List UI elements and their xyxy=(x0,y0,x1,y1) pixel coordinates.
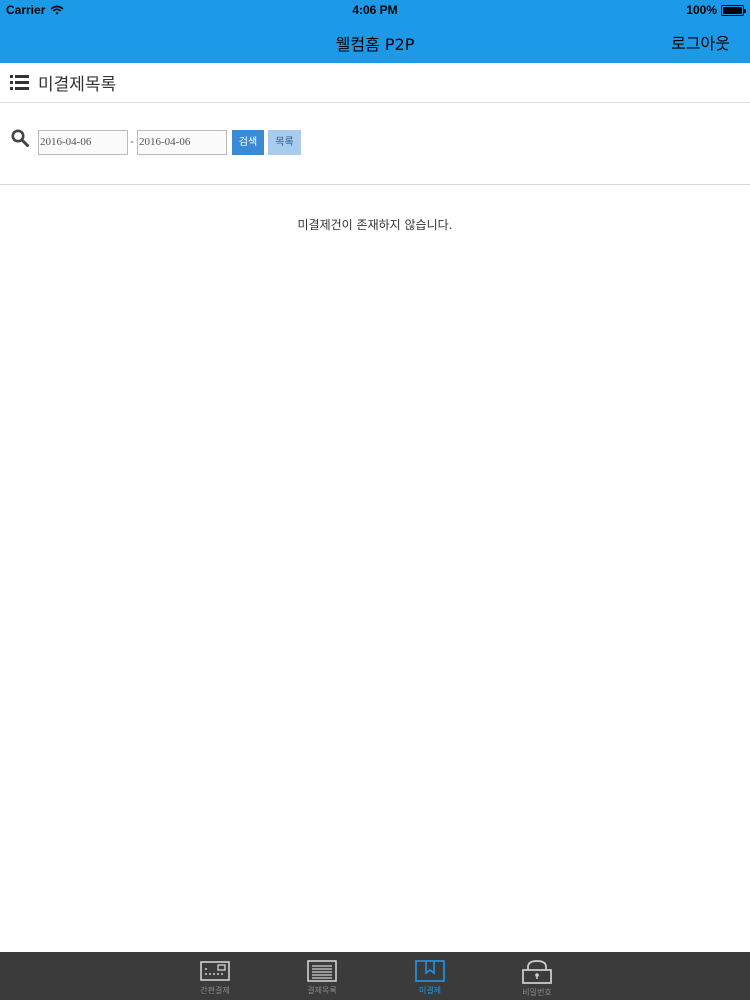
list-icon xyxy=(10,75,29,90)
status-time: 4:06 PM xyxy=(352,3,398,17)
card-reader-icon xyxy=(200,961,230,981)
date-separator: - xyxy=(130,135,134,148)
search-button[interactable]: 검색 xyxy=(232,130,264,155)
tab-bar: 간편결제 결제목록 미결제 비밀번호 xyxy=(0,952,750,1000)
lock-icon xyxy=(522,960,552,984)
status-bar: Carrier 4:06 PM 100% xyxy=(0,0,750,20)
search-icon xyxy=(11,129,29,147)
tab-label: 미결제 xyxy=(418,986,442,995)
tab-unpaid[interactable]: 미결제 xyxy=(395,952,465,1000)
battery-icon xyxy=(721,4,746,16)
battery-info: 100% xyxy=(686,3,746,17)
start-date-input[interactable]: 2016-04-06 xyxy=(38,130,128,155)
tab-label: 비밀번호 xyxy=(522,988,552,997)
search-filter: 2016-04-06 - 2016-04-06 검색 목록 xyxy=(0,103,750,185)
end-date-input[interactable]: 2016-04-06 xyxy=(137,130,227,155)
list-button[interactable]: 목록 xyxy=(268,130,301,155)
empty-message: 미결제건이 존재하지 않습니다. xyxy=(297,218,453,232)
section-title: 미결제목록 xyxy=(38,75,117,95)
tab-password[interactable]: 비밀번호 xyxy=(502,952,572,1000)
battery-percent: 100% xyxy=(686,3,717,17)
tab-label: 간편결제 xyxy=(200,986,230,995)
tab-label: 결제목록 xyxy=(307,986,337,995)
page-title: 웰컴홈 P2P xyxy=(335,35,415,54)
tab-payment-list[interactable]: 결제목록 xyxy=(287,952,357,1000)
tab-quick-pay[interactable]: 간편결제 xyxy=(180,952,250,1000)
pending-bookmark-icon xyxy=(415,960,445,982)
section-header: 미결제목록 xyxy=(0,63,750,103)
receipt-list-icon xyxy=(307,960,337,982)
top-bar: Carrier 4:06 PM 100% 웰컴홈 P2P 로그아웃 xyxy=(0,0,750,63)
logout-button[interactable]: 로그아웃 xyxy=(671,30,730,54)
